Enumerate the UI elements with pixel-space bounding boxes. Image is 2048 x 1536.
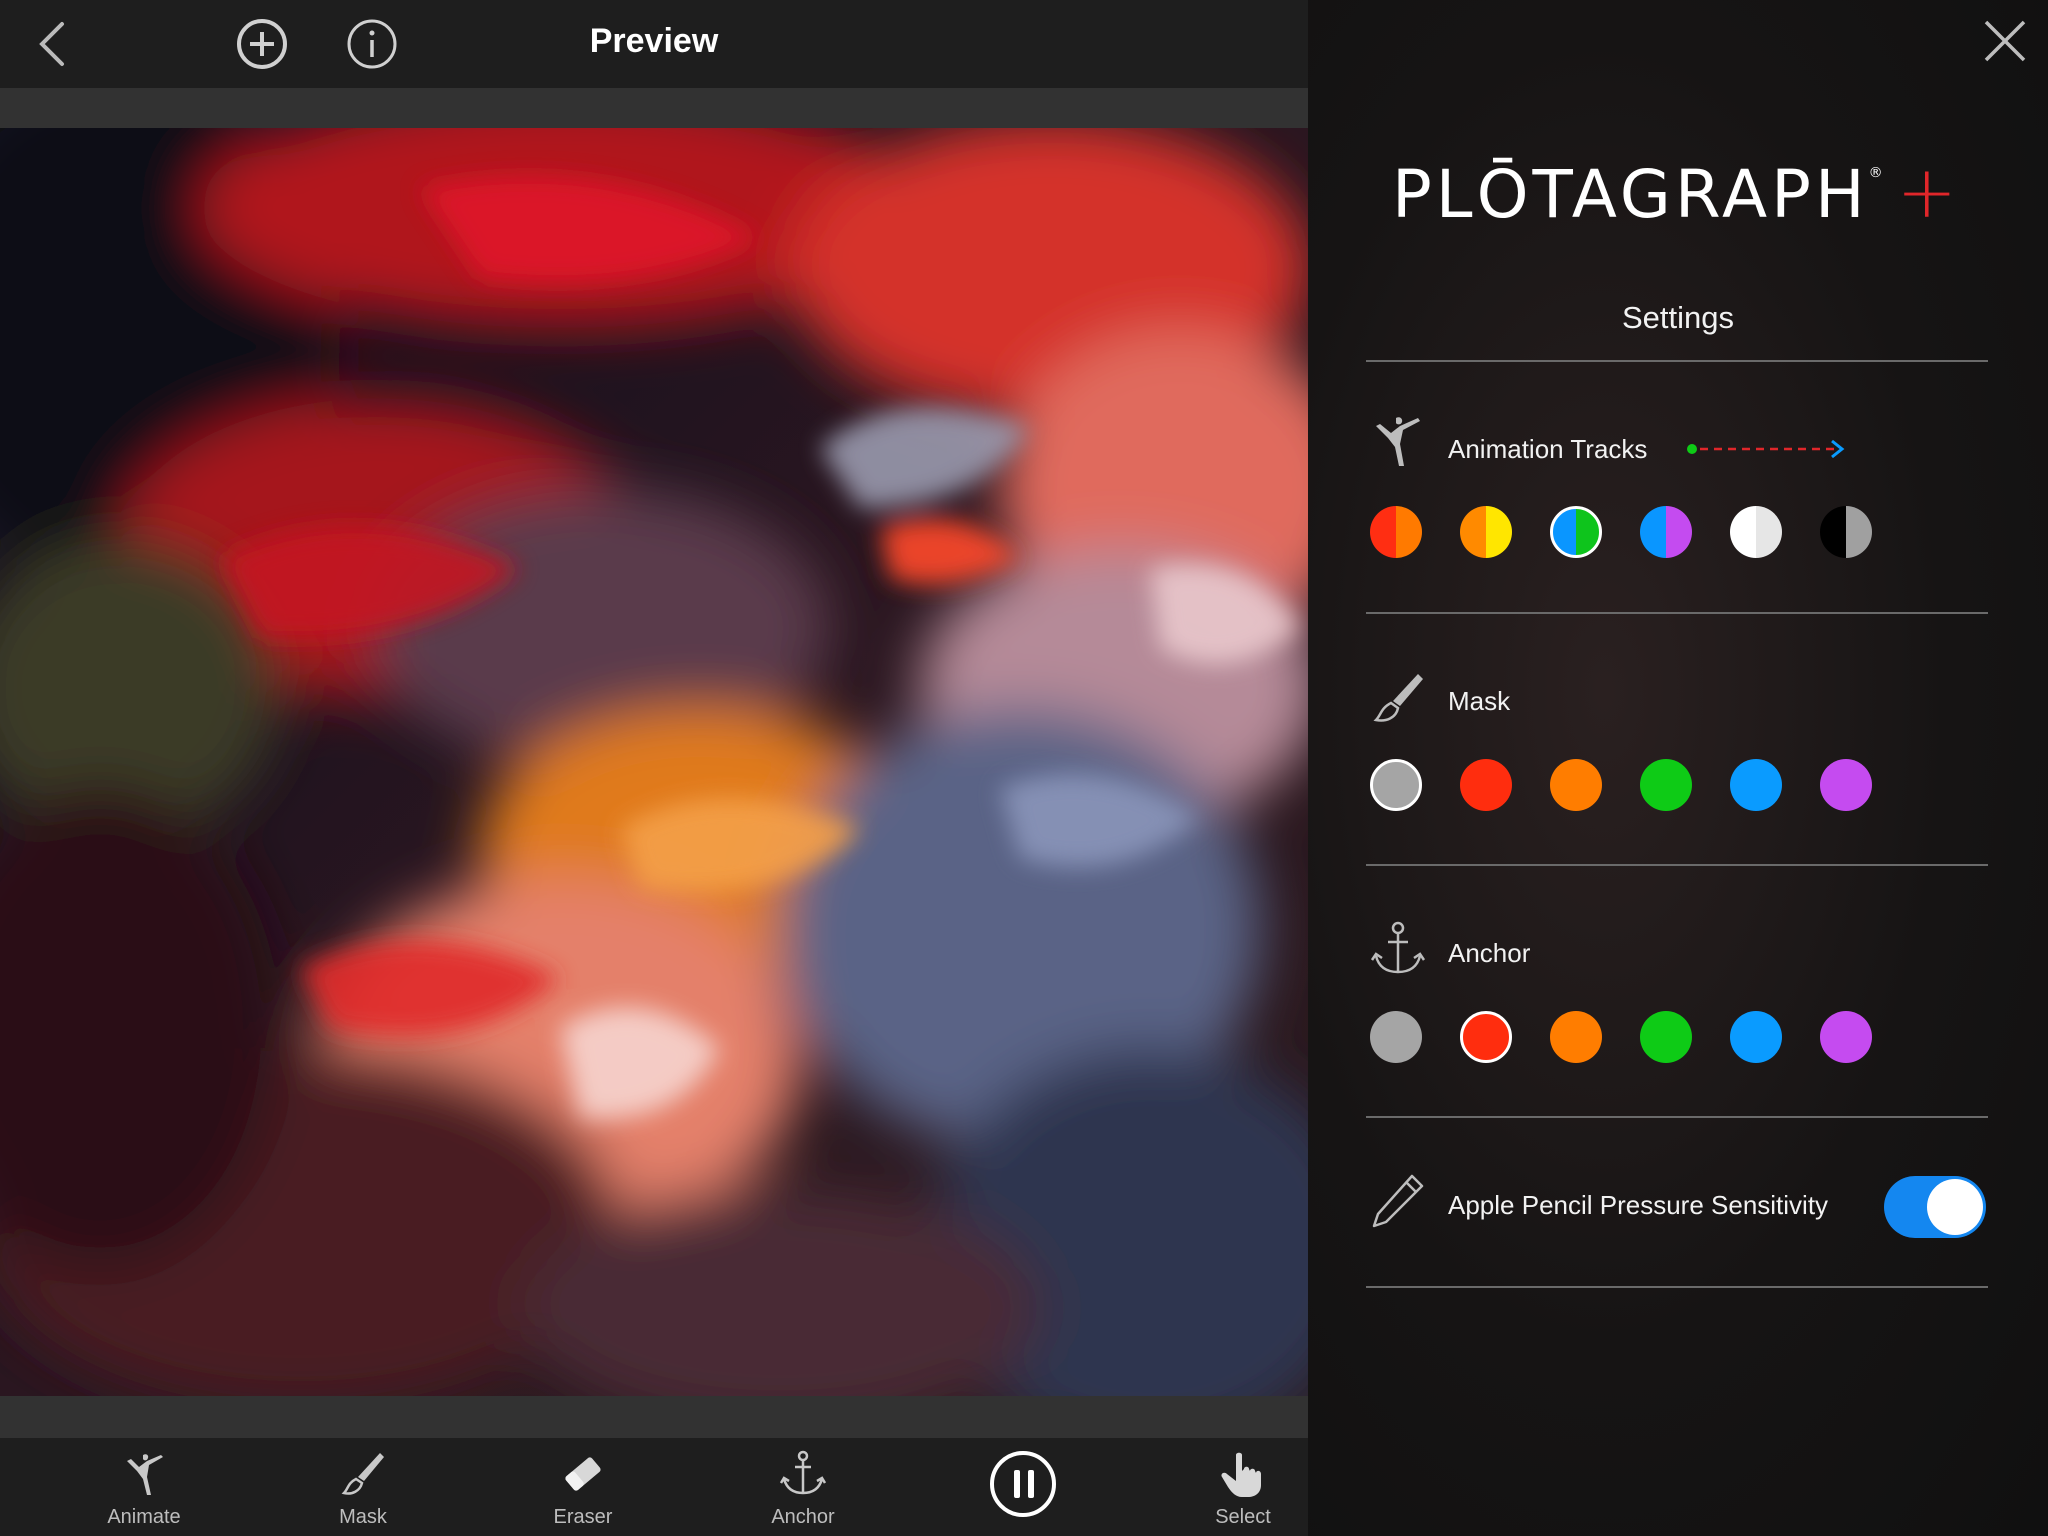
mask-color-swatch[interactable] xyxy=(1460,759,1512,811)
pencil-pressure-toggle[interactable] xyxy=(1884,1176,1986,1238)
brush-icon xyxy=(293,1446,433,1502)
tool-select[interactable]: Select xyxy=(1173,1446,1313,1529)
tool-mask-label: Mask xyxy=(339,1506,387,1528)
track-color-swatch[interactable] xyxy=(1640,506,1692,558)
dancer-icon xyxy=(1366,410,1430,474)
logo-plus: + xyxy=(1896,150,1961,234)
tool-anchor-label: Anchor xyxy=(771,1506,835,1528)
mask-color-swatch[interactable] xyxy=(1640,759,1692,811)
logo-text: PLŌTAGRAPH xyxy=(1392,156,1869,233)
pencil-pressure-label: Apple Pencil Pressure Sensitivity xyxy=(1448,1190,1829,1220)
mask-color-swatch[interactable] xyxy=(1370,759,1422,811)
canvas-top-strip xyxy=(0,88,1308,128)
toggle-knob xyxy=(1927,1179,1983,1235)
eraser-icon xyxy=(513,1446,653,1502)
top-bar: Preview xyxy=(0,0,1308,88)
pencil-icon xyxy=(1366,1170,1430,1234)
painting-image xyxy=(0,128,1308,1396)
divider xyxy=(1366,864,1988,866)
divider xyxy=(1366,1286,1988,1288)
anchor-color-swatch[interactable] xyxy=(1550,1011,1602,1063)
divider xyxy=(1366,1116,1988,1118)
tool-eraser[interactable]: Eraser xyxy=(513,1446,653,1529)
anchor-color-swatch[interactable] xyxy=(1370,1011,1422,1063)
bottom-toolbar: Animate Mask Eraser Anchor Select xyxy=(0,1438,1308,1536)
page-title: Preview xyxy=(589,22,719,60)
tool-animate[interactable]: Animate xyxy=(74,1446,214,1529)
hand-pointer-icon xyxy=(1173,1446,1313,1502)
pause-bar-icon xyxy=(1014,1470,1020,1498)
mask-color-swatch[interactable] xyxy=(1550,759,1602,811)
mask-color-swatch[interactable] xyxy=(1730,759,1782,811)
track-color-swatch[interactable] xyxy=(1460,506,1512,558)
track-color-swatch[interactable] xyxy=(1370,506,1422,558)
anchor-icon xyxy=(1366,918,1430,982)
dancer-icon xyxy=(74,1446,214,1502)
anchor-color-swatch[interactable] xyxy=(1640,1011,1692,1063)
tool-mask[interactable]: Mask xyxy=(293,1446,433,1529)
divider xyxy=(1366,360,1988,362)
anchor-color-swatch[interactable] xyxy=(1820,1011,1872,1063)
anchor-color-swatch[interactable] xyxy=(1730,1011,1782,1063)
image-canvas[interactable] xyxy=(0,128,1308,1396)
close-icon[interactable] xyxy=(1978,14,2032,68)
anchor-label: Anchor xyxy=(1448,938,1531,968)
anchor-icon xyxy=(733,1446,873,1502)
mask-label: Mask xyxy=(1448,686,1511,716)
tool-eraser-label: Eraser xyxy=(553,1506,613,1528)
pause-button[interactable] xyxy=(990,1451,1056,1517)
animation-tracks-label: Animation Tracks xyxy=(1448,434,1648,464)
track-color-swatch[interactable] xyxy=(1550,506,1602,558)
anchor-color-swatch[interactable] xyxy=(1460,1011,1512,1063)
pause-bar-icon xyxy=(1028,1470,1034,1498)
canvas-bottom-strip xyxy=(0,1396,1308,1438)
track-color-swatch[interactable] xyxy=(1730,506,1782,558)
tool-animate-label: Animate xyxy=(107,1506,181,1528)
brush-icon xyxy=(1366,666,1430,730)
divider xyxy=(1366,612,1988,614)
track-direction-arrow-icon xyxy=(1687,439,1845,459)
tool-anchor[interactable]: Anchor xyxy=(733,1446,873,1529)
settings-title: Settings xyxy=(1621,300,1734,335)
app-logo: PLŌTAGRAPH® + xyxy=(1392,150,1961,234)
mask-color-swatch[interactable] xyxy=(1820,759,1872,811)
logo-registered-mark: ® xyxy=(1868,165,1883,181)
editor-area: Preview Animate Mask Eraser Anchor Selec… xyxy=(0,0,1308,1536)
track-color-swatch[interactable] xyxy=(1820,506,1872,558)
tool-select-label: Select xyxy=(1215,1506,1271,1528)
